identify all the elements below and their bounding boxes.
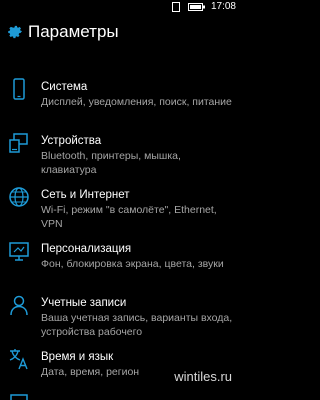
status-bar: 17:08	[0, 0, 240, 14]
devices-icon	[9, 133, 28, 153]
gear-icon	[8, 25, 23, 39]
settings-item-description: Wi-Fi, режим "в самолёте", Ethernet, VPN	[41, 204, 217, 230]
settings-item-title: Устройства	[41, 135, 102, 147]
settings-item-description: Ваша учетная запись, варианты входа, уст…	[41, 312, 233, 338]
next-item-icon	[10, 394, 28, 400]
page-header: Параметры	[0, 16, 240, 48]
notification-icon	[172, 2, 180, 12]
next-item-peek	[0, 394, 240, 400]
settings-item-description: Фон, блокировка экрана, цвета, звуки	[41, 258, 224, 270]
status-time: 17:08	[210, 1, 236, 12]
settings-item-title: Время и язык	[41, 351, 114, 363]
settings-list: Система Дисплей, уведомления, поиск, пит…	[0, 74, 240, 398]
settings-item-system[interactable]: Система Дисплей, уведомления, поиск, пит…	[0, 74, 240, 128]
personalization-icon	[9, 242, 29, 261]
settings-item-title: Система	[41, 81, 88, 93]
settings-item-description: Bluetooth, принтеры, мышка, клавиатура	[41, 150, 181, 176]
settings-item-title: Учетные записи	[41, 297, 127, 309]
status-icons	[172, 2, 206, 12]
battery-icon	[188, 3, 205, 11]
page-title: Параметры	[28, 22, 119, 41]
settings-item-network[interactable]: Сеть и Интернет Wi-Fi, режим "в самолёте…	[0, 182, 240, 236]
phone-icon	[13, 78, 25, 100]
settings-item-personalization[interactable]: Персонализация Фон, блокировка экрана, ц…	[0, 236, 240, 290]
settings-item-devices[interactable]: Устройства Bluetooth, принтеры, мышка, к…	[0, 128, 240, 182]
settings-item-title: Персонализация	[41, 243, 132, 255]
person-icon	[10, 295, 28, 316]
globe-icon	[9, 187, 29, 207]
settings-item-accounts[interactable]: Учетные записи Ваша учетная запись, вари…	[0, 290, 240, 344]
language-icon	[9, 349, 28, 370]
settings-item-title: Сеть и Интернет	[41, 189, 130, 201]
settings-item-description: Дисплей, уведомления, поиск, питание	[41, 96, 232, 108]
watermark: wintiles.ru	[172, 369, 234, 385]
